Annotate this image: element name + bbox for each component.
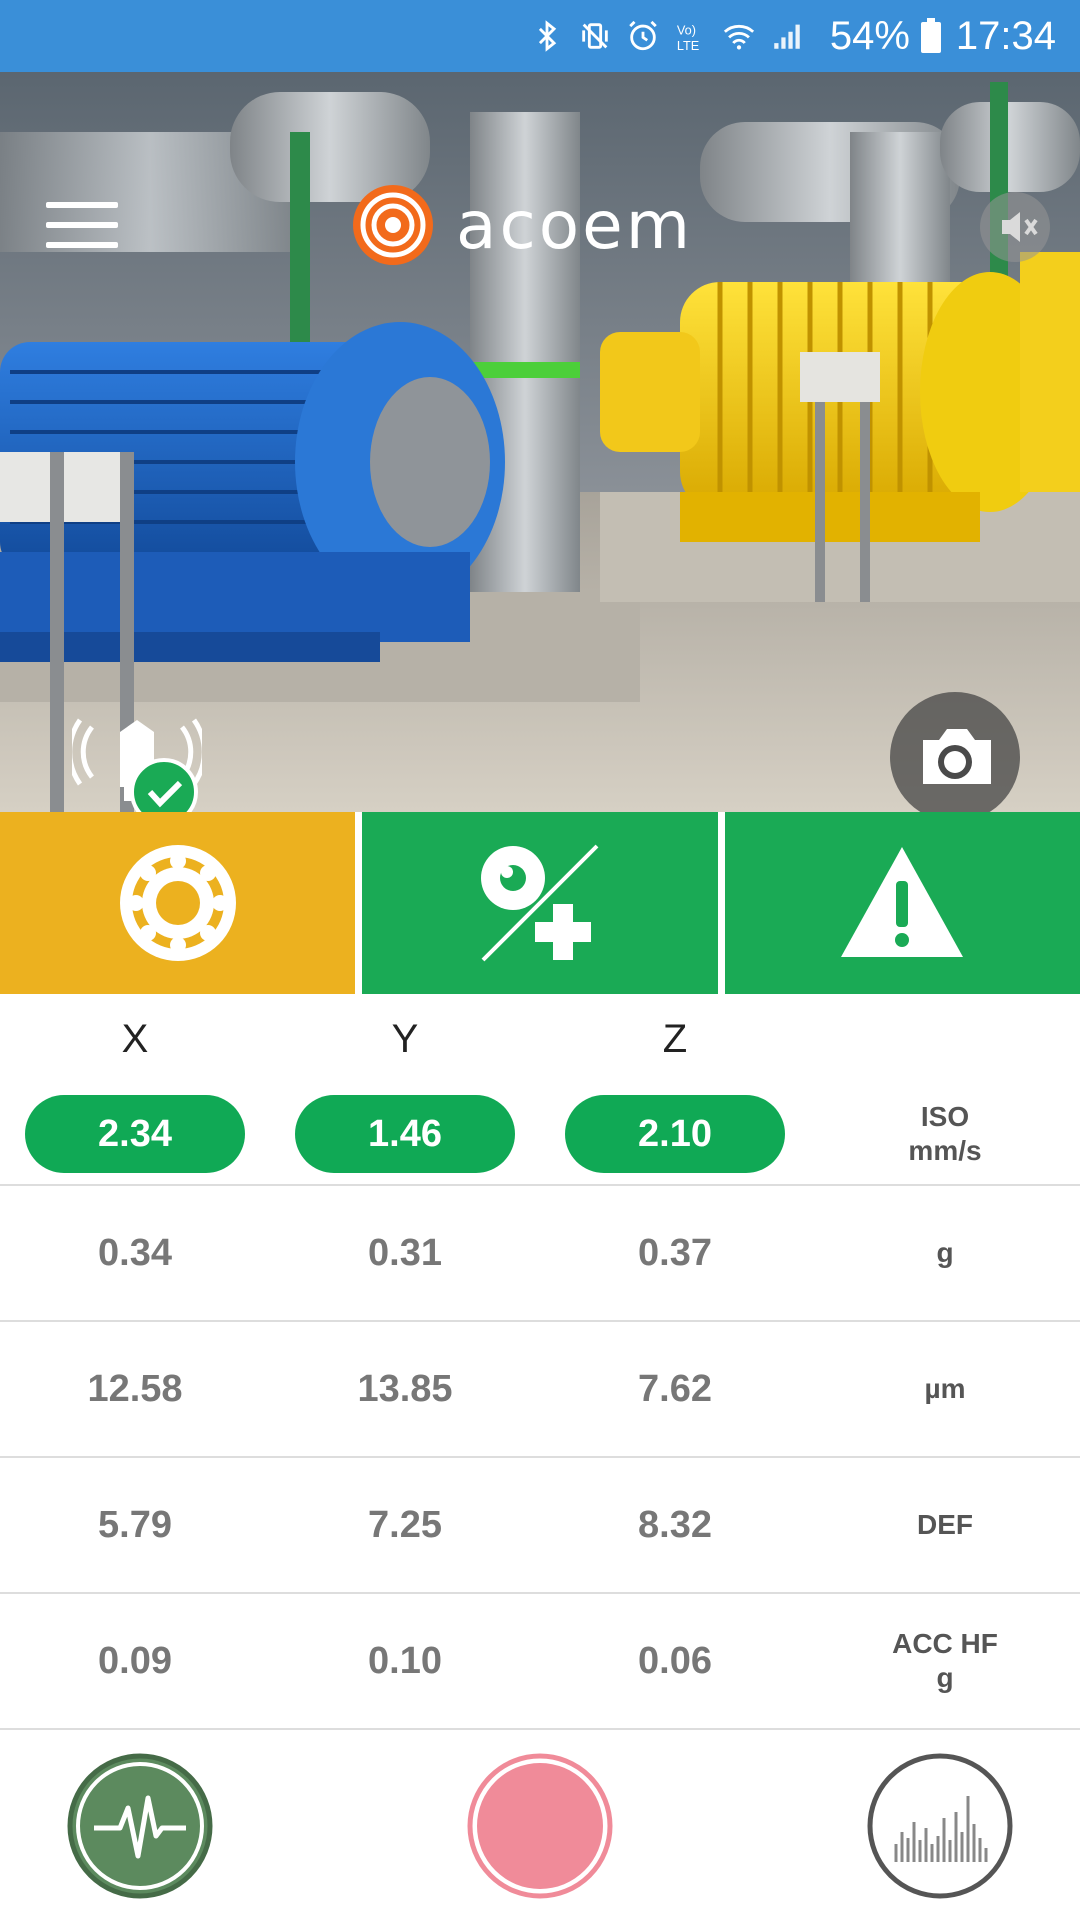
status-tiles [0, 812, 1080, 994]
svg-text:Vo): Vo) [677, 23, 696, 38]
alarm-status-tile[interactable] [724, 812, 1080, 994]
record-icon [467, 1753, 613, 1899]
waveform-button[interactable] [66, 1752, 214, 1900]
acoem-logo: acoem [350, 182, 693, 268]
table-row: 5.79 7.25 8.32 DEF [0, 1458, 1080, 1594]
value-z: 7.62 [638, 1367, 712, 1410]
logo-text: acoem [456, 186, 694, 264]
vibrate-icon [582, 23, 608, 49]
alignment-icon [480, 844, 599, 962]
table-row: 0.34 0.31 0.37 g [0, 1186, 1080, 1322]
menu-button[interactable] [46, 202, 118, 254]
check-badge-icon [130, 758, 198, 812]
camera-icon [923, 729, 991, 784]
row-unit: ACC HF g [892, 1628, 998, 1693]
measurements-table: X Y Z 2.34 1.46 2.10 ISO mm/s 0.34 0.31 … [0, 994, 1080, 1730]
value-x: 0.34 [98, 1231, 172, 1274]
table-row: 0.09 0.10 0.06 ACC HF g [0, 1594, 1080, 1730]
bearing-status-tile[interactable] [0, 812, 356, 994]
axis-header-row: X Y Z [0, 994, 1080, 1084]
iso-row: 2.34 1.46 2.10 ISO mm/s [0, 1084, 1080, 1186]
clock: 17:34 [955, 13, 1056, 58]
bluetooth-icon [538, 20, 557, 52]
value-y: 13.85 [357, 1367, 453, 1410]
bearing-icon [119, 845, 236, 961]
alignment-status-tile[interactable] [362, 812, 718, 994]
value-z: 0.37 [638, 1231, 712, 1274]
sensor-status[interactable] [67, 692, 207, 812]
waveform-icon [67, 1753, 213, 1899]
mute-icon [1002, 212, 1038, 242]
value-y: 0.31 [368, 1231, 442, 1274]
iso-unit: ISO mm/s [908, 1101, 982, 1166]
mute-button[interactable] [980, 192, 1050, 262]
volte-icon: Vo)LTE [677, 23, 699, 53]
value-z: 0.06 [638, 1639, 712, 1682]
axis-x-label: X [121, 1016, 149, 1061]
value-y: 0.10 [368, 1639, 442, 1682]
iso-x-value[interactable]: 2.34 [25, 1095, 245, 1173]
status-bar: Vo) LTE 54% 17:34 [0, 0, 1080, 72]
alarm-icon [629, 20, 657, 51]
warning-icon [841, 847, 964, 957]
table-row: 12.58 13.85 7.62 µm [0, 1322, 1080, 1458]
row-unit: g [936, 1237, 954, 1268]
camera-button[interactable] [890, 692, 1020, 812]
vibration-sensor-icon [67, 718, 207, 812]
signal-icon [774, 24, 800, 49]
value-x: 12.58 [87, 1367, 183, 1410]
record-button[interactable] [466, 1752, 614, 1900]
spectrum-icon [867, 1753, 1013, 1899]
row-unit: DEF [917, 1509, 973, 1540]
value-x: 5.79 [98, 1503, 172, 1546]
iso-y-value[interactable]: 1.46 [295, 1095, 515, 1173]
machine-photo: acoem [0, 72, 1080, 812]
svg-text:LTE: LTE [677, 38, 699, 53]
value-z: 8.32 [638, 1503, 712, 1546]
battery-icon [920, 18, 941, 53]
hamburger-icon [46, 202, 118, 208]
row-unit: µm [924, 1373, 966, 1404]
iso-z-value[interactable]: 2.10 [565, 1095, 785, 1173]
value-y: 7.25 [368, 1503, 442, 1546]
battery-percent: 54% [829, 13, 910, 58]
bottom-toolbar [0, 1750, 1080, 1920]
wifi-icon [723, 24, 754, 50]
spectrum-button[interactable] [866, 1752, 1014, 1900]
value-x: 0.09 [98, 1639, 172, 1682]
axis-z-label: Z [662, 1016, 688, 1061]
axis-y-label: Y [391, 1016, 419, 1061]
acoem-logo-mark-icon [353, 185, 433, 265]
